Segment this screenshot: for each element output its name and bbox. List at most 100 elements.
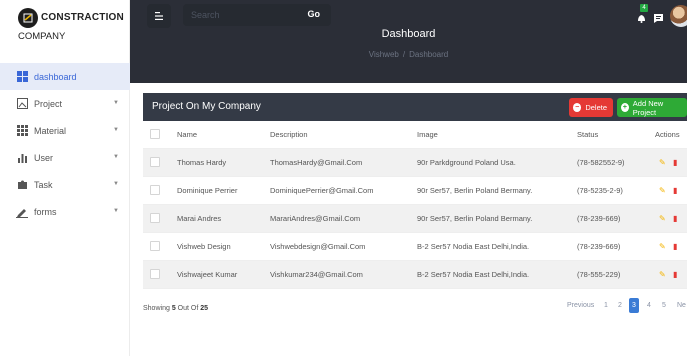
breadcrumb-item[interactable]: Vishweb [369,50,399,59]
column-header-image[interactable]: Image [417,121,438,149]
cell-description: ThomasHardy@Gmail.Com [270,158,363,167]
cell-status: (78-555-229) [577,270,621,279]
chevron-down-icon: ▼ [113,208,119,214]
row-checkbox[interactable] [150,185,160,195]
pencil-icon [16,206,28,218]
sidebar-item-dashboard[interactable]: dashboard [0,63,130,90]
cell-image: 90r Ser57, Berlin Poland Bermany. [417,214,533,223]
showing-count: Showing 5 Out Of 25 [143,305,208,312]
logo-icon [18,8,38,28]
delete-trash-icon[interactable]: ▮ [673,187,677,195]
shown-count: 5 [171,305,176,312]
edit-pencil-icon[interactable]: ✎ [659,271,666,279]
cell-name: Marai Andres [177,214,222,223]
cell-status: (78-239-669) [577,242,621,251]
pagination-page-current[interactable]: 3 [629,298,639,313]
sidebar-item-project[interactable]: Project ▼ [0,90,130,117]
sidebar-item-forms[interactable]: forms ▼ [0,198,130,225]
cell-image: B-2 Ser57 Nodia East Delhi,India. [417,270,530,279]
column-header-description[interactable]: Description [270,121,308,149]
sidebar-item-label: Material [34,125,67,136]
sidebar-nav: dashboard Project ▼ Material ▼ User ▼ Ta… [0,63,130,225]
pagination-next[interactable]: Ne [677,298,686,313]
brand[interactable]: CONSTRACTION COMPANY [8,4,130,44]
table-row: Marai Andres MarariAndres@Gmail.Com 90r … [143,205,687,233]
edit-pencil-icon[interactable]: ✎ [659,187,666,195]
cell-image: 90r Parkdground Poland Usa. [417,158,516,167]
sidebar-item-label: forms [34,206,57,217]
table-row: Vishwajeet Kumar Vishkumar234@Gmail.Com … [143,261,687,289]
chevron-down-icon: ▼ [113,100,119,106]
sidebar-toggle-button[interactable] [147,4,171,28]
brand-name: CONSTRACTION [41,12,124,23]
cell-description: MarariAndres@Gmail.Com [270,214,361,223]
sidebar-item-material[interactable]: Material ▼ [0,117,130,144]
breadcrumb-item: Dashboard [409,50,449,59]
chevron-down-icon: ▼ [113,181,119,187]
add-label: Add New Project [632,98,664,117]
table-header: Name Description Image Status Actions [143,121,687,149]
card-title: Project On My Company [152,101,261,112]
sidebar-item-task[interactable]: Task ▼ [0,171,130,198]
cell-status: (78-239-669) [577,214,621,223]
grid-icon [16,71,28,83]
cell-name: Thomas Hardy [177,158,227,167]
pagination-page[interactable]: 1 [601,298,611,313]
cell-name: Vishwajeet Kumar [177,270,238,279]
cell-name: Vishweb Design [177,242,231,251]
breadcrumb-separator: / [402,50,406,59]
delete-button[interactable]: − Delete [569,98,613,117]
sidebar-item-label: dashboard [34,71,77,82]
pagination-page[interactable]: 4 [644,298,654,313]
edit-pencil-icon[interactable]: ✎ [659,215,666,223]
avatar[interactable] [670,5,687,27]
pagination-page[interactable]: 2 [615,298,625,313]
pagination-page[interactable]: 5 [659,298,669,313]
row-checkbox[interactable] [150,241,160,251]
showing-prefix: Showing [143,305,170,312]
column-header-status[interactable]: Status [577,121,598,149]
brand-sub: COMPANY [18,31,66,42]
sidebar-item-label: Project [34,98,63,109]
bar-chart-icon [16,152,28,164]
table-row: Vishweb Design Vishwebdesign@Gmail.Com B… [143,233,687,261]
cell-image: B-2 Ser57 Nodia East Delhi,India. [417,242,530,251]
notification-bell-icon[interactable] [637,10,646,28]
edit-pencil-icon[interactable]: ✎ [659,159,666,167]
delete-label: Delete [585,103,607,112]
delete-trash-icon[interactable]: ▮ [673,215,677,223]
out-of-label: Out Of [177,305,199,312]
select-all-checkbox[interactable] [150,129,160,139]
sidebar-item-user[interactable]: User ▼ [0,144,130,171]
add-new-project-button[interactable]: + Add New Project [617,98,687,117]
image-icon [16,98,28,110]
cell-image: 90r Ser57, Berlin Poland Bermany. [417,186,533,195]
search-go-button[interactable]: Go [308,9,321,19]
delete-trash-icon[interactable]: ▮ [673,271,677,279]
delete-trash-icon[interactable]: ▮ [673,243,677,251]
delete-trash-icon[interactable]: ▮ [673,159,677,167]
sidebar-item-label: User [34,152,54,163]
breadcrumb: Vishweb / Dashboard [130,50,687,59]
notification-badge: 4 [640,4,648,12]
sidebar-item-label: Task [34,179,53,190]
message-icon[interactable] [654,10,663,28]
total-count: 25 [200,305,209,312]
row-checkbox[interactable] [150,157,160,167]
edit-pencil-icon[interactable]: ✎ [659,243,666,251]
cell-status: (78-5235-2-9) [577,186,623,195]
chevron-down-icon: ▼ [113,127,119,133]
table-row: Dominique Perrier DominiquePerrier@Gmail… [143,177,687,205]
search-box: Go [183,4,331,26]
dots-grid-icon [16,125,28,137]
row-checkbox[interactable] [150,213,160,223]
row-checkbox[interactable] [150,269,160,279]
cell-name: Dominique Perrier [177,186,238,195]
menu-icon [155,12,163,20]
puzzle-icon [16,179,28,191]
minus-circle-icon: − [573,103,582,112]
column-header-name[interactable]: Name [177,121,197,149]
cell-status: (78-582552-9) [577,158,625,167]
search-input[interactable] [191,9,287,21]
pagination-previous[interactable]: Previous [567,298,594,313]
